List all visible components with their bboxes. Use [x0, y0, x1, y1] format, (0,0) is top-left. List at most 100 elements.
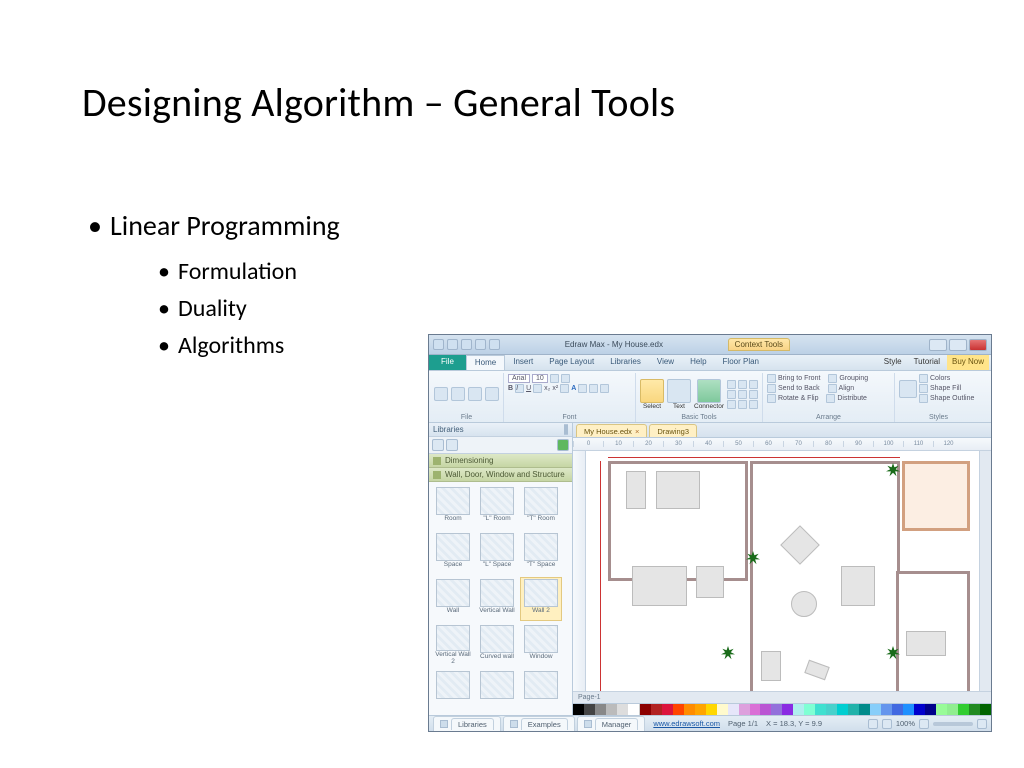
page-tab[interactable]: Page-1 — [573, 694, 606, 701]
grouping-label[interactable]: Grouping — [839, 375, 868, 382]
shape-l-space[interactable]: "L" Space — [476, 531, 518, 575]
superscript-button[interactable]: x² — [552, 385, 558, 392]
copy-icon[interactable] — [468, 387, 482, 401]
lib-search-icon[interactable] — [446, 439, 458, 451]
rect-tool-icon[interactable] — [727, 390, 736, 399]
link-style[interactable]: Style — [879, 355, 907, 370]
shape-curved-wall[interactable]: Curved wall — [476, 623, 518, 667]
shape-wall[interactable]: Wall — [432, 577, 474, 621]
line-tool-icon[interactable] — [727, 380, 736, 389]
bring-front-icon[interactable] — [767, 374, 776, 383]
shape-t-space[interactable]: "T" Space — [520, 531, 562, 575]
furniture-misc1[interactable] — [761, 651, 781, 681]
shape-generic-3[interactable] — [520, 669, 562, 713]
doc-tab-1[interactable]: My House.edx× — [576, 424, 647, 437]
shape-wall-2[interactable]: Wall 2 — [520, 577, 562, 621]
bottom-tab-libraries[interactable]: Libraries — [433, 716, 501, 731]
tab-view[interactable]: View — [649, 355, 682, 370]
floorplan-room-3[interactable] — [902, 461, 970, 531]
numbering-icon[interactable] — [561, 374, 570, 383]
horizontal-scrollbar[interactable]: Page-1 — [573, 691, 991, 703]
shape-generic-2[interactable] — [476, 669, 518, 713]
zoom-controls[interactable]: 100% — [868, 719, 987, 729]
qat-save-icon[interactable] — [433, 339, 444, 350]
font-color-icon[interactable] — [560, 384, 569, 393]
color-swatches[interactable] — [573, 703, 991, 715]
furniture-table[interactable] — [626, 471, 646, 509]
category-dimensioning[interactable]: Dimensioning — [429, 454, 572, 468]
subscript-button[interactable]: x₂ — [544, 385, 550, 392]
eyedrop-tool-icon[interactable] — [738, 400, 747, 409]
shape-outline-icon[interactable] — [919, 394, 928, 403]
bring-front-label[interactable]: Bring to Front — [778, 375, 820, 382]
crop-tool-icon[interactable] — [727, 400, 736, 409]
furniture-chairs[interactable] — [656, 471, 700, 509]
align-center-icon[interactable] — [589, 384, 598, 393]
arc-tool-icon[interactable] — [738, 380, 747, 389]
plant-icon[interactable] — [886, 463, 900, 477]
shape-fill-label[interactable]: Shape Fill — [930, 385, 961, 392]
font-size-select[interactable]: 10 — [532, 374, 548, 383]
view-fit-icon[interactable] — [882, 719, 892, 729]
connector-tool-icon[interactable] — [697, 379, 721, 403]
fill-tool-icon[interactable] — [749, 400, 758, 409]
align-icon[interactable] — [828, 384, 837, 393]
quick-access-toolbar[interactable] — [433, 339, 500, 350]
zoom-in-icon[interactable] — [977, 719, 987, 729]
link-buy-now[interactable]: Buy Now — [947, 355, 989, 370]
bottom-tab-manager[interactable]: Manager — [577, 716, 646, 731]
colors-icon[interactable] — [919, 374, 928, 383]
plant-icon[interactable] — [721, 646, 735, 660]
tab-libraries[interactable]: Libraries — [602, 355, 649, 370]
panel-close-icon[interactable] — [566, 424, 568, 435]
plant-icon[interactable] — [886, 646, 900, 660]
shape-vertical-wall[interactable]: Vertical Wall — [476, 577, 518, 621]
category-walls[interactable]: Wall, Door, Window and Structure — [429, 468, 572, 482]
zoom-slider[interactable] — [933, 722, 973, 726]
shape-window[interactable]: Window — [520, 623, 562, 667]
tab-file[interactable]: File — [429, 355, 466, 370]
strike-icon[interactable] — [533, 384, 542, 393]
lib-add-icon[interactable] — [557, 439, 569, 451]
close-tab-icon[interactable]: × — [635, 427, 639, 436]
minimize-button[interactable] — [929, 339, 947, 351]
align-label[interactable]: Align — [839, 385, 855, 392]
link-tutorial[interactable]: Tutorial — [909, 355, 945, 370]
qat-redo-icon[interactable] — [461, 339, 472, 350]
ellipse-tool-icon[interactable] — [738, 390, 747, 399]
furniture-sofa[interactable] — [632, 566, 687, 606]
shape-fill-icon[interactable] — [919, 384, 928, 393]
grouping-icon[interactable] — [828, 374, 837, 383]
rotate-flip-label[interactable]: Rotate & Flip — [778, 395, 818, 402]
shape-space[interactable]: Space — [432, 531, 474, 575]
shape-l-room[interactable]: "L" Room — [476, 485, 518, 529]
doc-tab-2[interactable]: Drawing3 — [649, 424, 697, 437]
drawing-canvas[interactable] — [586, 451, 979, 691]
italic-button[interactable]: I — [515, 384, 524, 393]
underline-button[interactable]: U — [526, 385, 531, 392]
tab-insert[interactable]: Insert — [505, 355, 541, 370]
furniture-round-table[interactable] — [791, 591, 817, 617]
qat-undo-icon[interactable] — [447, 339, 458, 350]
close-button[interactable] — [969, 339, 987, 351]
bullets-icon[interactable] — [550, 374, 559, 383]
maximize-button[interactable] — [949, 339, 967, 351]
align-right-icon[interactable] — [600, 384, 609, 393]
font-name-select[interactable]: Arial — [508, 374, 530, 383]
vertical-scrollbar[interactable] — [979, 451, 991, 691]
bold-button[interactable]: B — [508, 385, 513, 392]
select-tool-icon[interactable] — [640, 379, 664, 403]
colors-label[interactable]: Colors — [930, 375, 950, 382]
text-a-icon[interactable]: A — [571, 385, 576, 392]
themes-icon[interactable] — [899, 380, 917, 398]
send-back-icon[interactable] — [767, 384, 776, 393]
send-back-label[interactable]: Send to Back — [778, 385, 820, 392]
vendor-url-link[interactable]: www.edrawsoft.com — [653, 719, 720, 728]
paste-icon[interactable] — [451, 387, 465, 401]
bottom-tab-examples[interactable]: Examples — [503, 716, 575, 731]
plant-icon[interactable] — [746, 551, 760, 565]
cut-icon[interactable] — [485, 387, 499, 401]
shape-outline-label[interactable]: Shape Outline — [930, 395, 974, 402]
align-left-icon[interactable] — [578, 384, 587, 393]
tab-floor-plan[interactable]: Floor Plan — [715, 355, 767, 370]
